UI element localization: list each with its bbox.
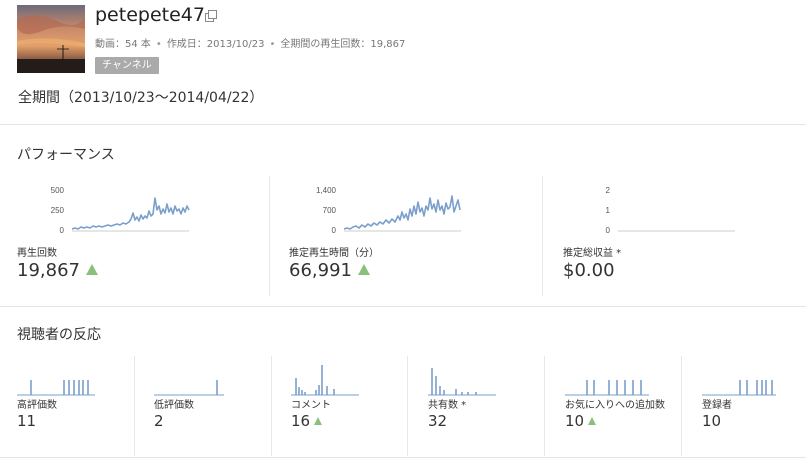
revenue-value: $0.00 xyxy=(563,260,615,281)
likes-sparkline xyxy=(17,380,95,396)
views-tick-500: 500 xyxy=(51,186,65,195)
watch-time-label: 推定再生時間（分） xyxy=(289,248,379,259)
comments-value: 16 xyxy=(291,412,323,430)
watch-time-number: 66,991 xyxy=(289,260,352,281)
revenue-sparkline: 2 1 0 xyxy=(606,186,735,235)
comments-number: 16 xyxy=(291,412,311,430)
shares-label: 共有数 * xyxy=(428,400,467,411)
views-sparkline: 500 250 0 xyxy=(51,186,190,235)
subscribers-card[interactable]: 登録者 10 xyxy=(702,356,806,436)
trend-up-icon xyxy=(85,264,98,275)
views-tick-250: 250 xyxy=(51,206,65,215)
favorites-label: お気に入りへの追加数 xyxy=(565,400,665,411)
likes-label: 高評価数 xyxy=(17,400,57,411)
trend-up-icon xyxy=(588,417,597,425)
channel-thumbnail[interactable] xyxy=(17,5,85,73)
subscribers-sparkline xyxy=(702,380,776,396)
views-number: 19,867 xyxy=(17,260,80,281)
channel-header: petepete47 動画：54 本 • 作成日：2013/10/23 • 全期間の再生… xyxy=(0,0,806,125)
favorites-value: 10 xyxy=(565,412,597,430)
views-card[interactable]: 500 250 0 再生回数 19,867 xyxy=(17,176,287,296)
revenue-tick-2: 2 xyxy=(606,186,611,195)
created-date: 作成日：2013/10/23 xyxy=(166,39,265,50)
watch-tick-700: 700 xyxy=(323,206,337,215)
separator-dot: • xyxy=(269,39,276,50)
trend-up-icon xyxy=(357,264,370,275)
dislikes-value: 2 xyxy=(154,412,164,430)
watch-time-value: 66,991 xyxy=(289,260,370,281)
video-count: 動画：54 本 xyxy=(95,39,151,50)
external-link-icon[interactable] xyxy=(205,10,217,22)
channel-stats: 動画：54 本 • 作成日：2013/10/23 • 全期間の再生回数：19,867 xyxy=(95,35,405,50)
comments-label: コメント xyxy=(291,400,331,411)
shares-value: 32 xyxy=(428,412,448,430)
dislikes-card[interactable]: 低評価数 2 xyxy=(154,356,279,436)
revenue-tick-0: 0 xyxy=(606,226,611,235)
subscribers-value: 10 xyxy=(702,412,722,430)
revenue-tick-1: 1 xyxy=(606,206,611,215)
views-label: 再生回数 xyxy=(17,248,57,259)
favorites-number: 10 xyxy=(565,412,585,430)
performance-title: パフォーマンス xyxy=(17,147,115,163)
views-tick-0: 0 xyxy=(60,226,65,235)
watch-time-sparkline: 1,400 700 0 xyxy=(316,186,461,235)
watch-tick-1400: 1,400 xyxy=(316,186,337,195)
total-views: 全期間の再生回数：19,867 xyxy=(280,39,406,50)
revenue-label: 推定総収益 * xyxy=(563,248,622,259)
channel-badge[interactable]: チャンネル xyxy=(95,57,159,74)
shares-card[interactable]: 共有数 * 32 xyxy=(428,356,553,436)
separator-dot: • xyxy=(155,39,162,50)
date-range[interactable]: 全期間（2013/10/23～2014/04/22） xyxy=(18,87,263,107)
watch-time-card[interactable]: 1,400 700 0 推定再生時間（分） 66,991 xyxy=(289,176,559,296)
section-divider xyxy=(0,306,806,307)
subscribers-label: 登録者 xyxy=(702,400,732,411)
audience-title: 視聴者の反応 xyxy=(17,327,101,343)
favorites-sparkline xyxy=(565,380,649,396)
likes-value: 11 xyxy=(17,412,37,430)
dislikes-label: 低評価数 xyxy=(154,400,194,411)
views-value: 19,867 xyxy=(17,260,98,281)
comments-card[interactable]: コメント 16 xyxy=(291,356,416,436)
revenue-card[interactable]: 2 1 0 推定総収益 * $0.00 xyxy=(563,176,806,296)
likes-card[interactable]: 高評価数 11 xyxy=(17,356,142,436)
channel-name[interactable]: petepete47 xyxy=(95,4,205,26)
favorites-card[interactable]: お気に入りへの追加数 10 xyxy=(565,356,690,436)
dislikes-sparkline xyxy=(154,380,224,396)
trend-up-icon xyxy=(314,417,323,425)
shares-sparkline xyxy=(428,368,496,396)
watch-tick-0: 0 xyxy=(332,226,337,235)
section-divider xyxy=(0,457,806,458)
comments-sparkline xyxy=(291,365,359,396)
